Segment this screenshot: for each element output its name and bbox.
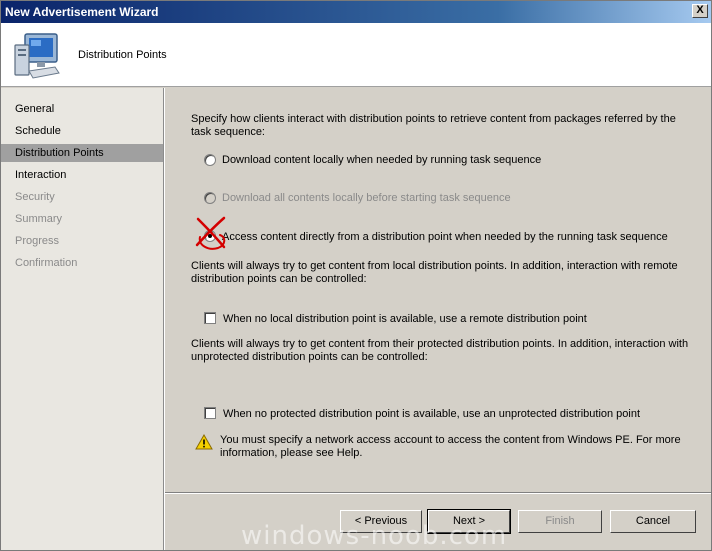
main-content: Specify how clients interact with distri…: [166, 88, 711, 492]
protected-info-text: Clients will always try to get content f…: [191, 338, 689, 363]
wizard-window: New Advertisement Wizard X Distribution …: [0, 0, 712, 551]
sidebar-item-summary: Summary: [15, 213, 63, 225]
red-x-annotation-icon: [195, 216, 226, 250]
page-heading: Distribution Points: [78, 49, 167, 61]
finish-button: Finish: [518, 510, 602, 533]
wizard-header: Distribution Points: [1, 23, 711, 87]
sidebar-item-confirmation: Confirmation: [15, 257, 78, 269]
radio-download-all-label: Download all contents locally before sta…: [222, 192, 511, 204]
close-button[interactable]: X: [692, 4, 708, 18]
remote-info-text: Clients will always try to get content f…: [191, 260, 678, 285]
unprotected-dp-checkbox[interactable]: [204, 407, 216, 419]
radio-download-when-needed-label[interactable]: Download content locally when needed by …: [222, 154, 541, 167]
title-bar[interactable]: New Advertisement Wizard X: [1, 1, 711, 23]
intro-text: Specify how clients interact with distri…: [191, 113, 676, 138]
warning-icon: [195, 434, 213, 450]
remote-dp-checkbox[interactable]: [204, 312, 216, 324]
radio-access-directly-label[interactable]: Access content directly from a distribut…: [222, 231, 668, 244]
close-icon: X: [696, 4, 704, 16]
sidebar-item-schedule[interactable]: Schedule: [1, 122, 163, 140]
window-title: New Advertisement Wizard: [5, 5, 159, 19]
sidebar-item-interaction[interactable]: Interaction: [1, 166, 163, 184]
radio-download-all: [204, 192, 216, 204]
sidebar-item-security: Security: [15, 191, 55, 203]
wizard-sidebar: General Schedule Distribution Points Int…: [1, 88, 163, 550]
warning-text: You must specify a network access accoun…: [220, 434, 681, 459]
cancel-button[interactable]: Cancel: [610, 510, 696, 533]
sidebar-item-progress: Progress: [15, 235, 60, 247]
sidebar-divider: [163, 88, 165, 550]
unprotected-dp-checkbox-label[interactable]: When no protected distribution point is …: [223, 408, 640, 421]
sidebar-item-distribution-points[interactable]: Distribution Points: [1, 144, 163, 162]
remote-dp-checkbox-label[interactable]: When no local distribution point is avai…: [223, 313, 587, 326]
footer-divider: [165, 492, 711, 494]
sidebar-item-general[interactable]: General: [1, 100, 163, 118]
computer-icon: [14, 33, 60, 79]
watermark-text: windows-noob.com: [241, 521, 508, 551]
radio-download-when-needed[interactable]: [204, 154, 216, 166]
